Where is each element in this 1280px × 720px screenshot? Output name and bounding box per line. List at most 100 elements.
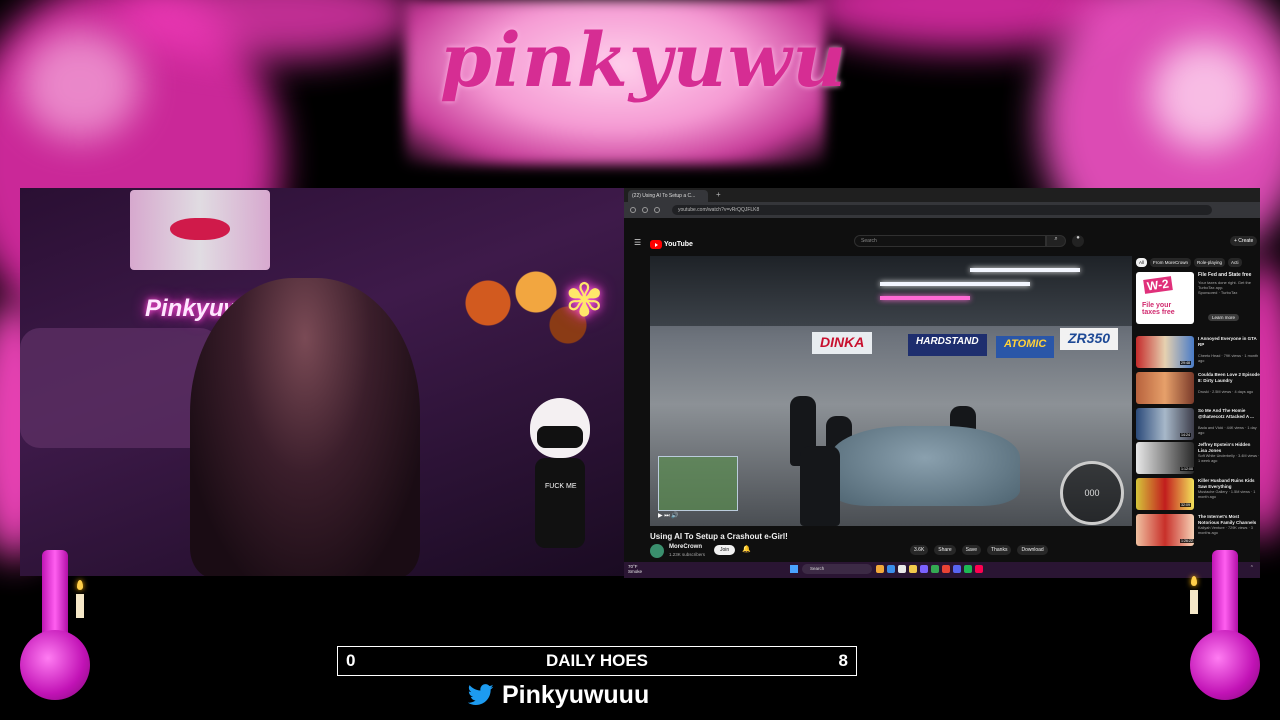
like-button[interactable]: 3.6K — [910, 545, 929, 555]
app-icon[interactable] — [964, 565, 972, 573]
rec-duration: 1:26:22 — [1180, 539, 1194, 543]
recommendation-item[interactable]: 1:26:22 The Internet's Most Notorious Fa… — [1136, 514, 1260, 548]
back-icon[interactable] — [630, 207, 636, 213]
twitter-bird-icon — [468, 684, 494, 705]
learn-more-button[interactable]: Learn more — [1208, 314, 1240, 321]
download-button[interactable]: Download — [1017, 545, 1048, 555]
ceiling-light — [880, 282, 1030, 286]
recommendation-item[interactable]: Coulda Been Love 2 Episode 8: Dirty Laun… — [1136, 372, 1260, 406]
app-icon[interactable] — [942, 565, 950, 573]
app-icon[interactable] — [898, 565, 906, 573]
youtube-search-input[interactable]: Search — [854, 235, 1046, 247]
video-controls[interactable]: ▶ ⏭ 🔊 — [658, 512, 679, 520]
rec-duration: 1:12:00 — [1180, 467, 1194, 471]
screen-share: (22) Using AI To Setup a C... + youtube.… — [624, 188, 1260, 578]
hamburger-menu-icon[interactable]: ☰ — [634, 238, 641, 247]
create-button[interactable]: + Create — [1230, 236, 1258, 246]
start-icon[interactable] — [790, 565, 798, 573]
search-icon[interactable]: ⌕ — [1046, 235, 1066, 247]
goal-target: 8 — [838, 651, 848, 670]
rec-duration: 29:48 — [1180, 361, 1191, 365]
rec-thumbnail[interactable] — [1136, 372, 1194, 404]
taskbar-apps — [876, 565, 983, 573]
video-title: Using AI To Setup a Crashout e-Girl! — [650, 532, 788, 541]
share-button[interactable]: Share — [934, 545, 956, 555]
app-icon[interactable] — [953, 565, 961, 573]
save-button[interactable]: Save — [961, 545, 982, 555]
right-bong — [1190, 550, 1260, 710]
rec-title[interactable]: So Me And The Homie @thatvecotz Attacked… — [1198, 408, 1260, 419]
browser-tab[interactable]: (22) Using AI To Setup a C... — [628, 190, 708, 202]
taskbar-search[interactable]: Search — [802, 564, 872, 574]
weather-widget[interactable]: 70°F Smoke — [628, 564, 642, 574]
microphone-icon[interactable]: ● — [1072, 235, 1084, 247]
channel-avatar[interactable] — [650, 544, 664, 558]
poster-lips — [170, 218, 230, 240]
thanks-button[interactable]: Thanks — [987, 545, 1012, 555]
address-bar[interactable]: youtube.com/watch?v=vRrQQJFLK8 — [672, 205, 1212, 215]
streamer — [190, 278, 420, 576]
ad-title[interactable]: File Fed and State free — [1198, 272, 1251, 278]
rec-meta: Cheeto Head · 79K views · 1 month ago — [1198, 354, 1259, 363]
rec-title[interactable]: Jeffrey Epstein's Hidden Lisa Jones — [1198, 442, 1260, 453]
ad-thumbnail[interactable]: W-2 File your taxes free — [1136, 272, 1194, 324]
sponsored-ad[interactable]: W-2 File your taxes free File Fed and St… — [1136, 272, 1260, 332]
rec-meta: Soft White Underbelly · 3.4M views · 1 w… — [1198, 454, 1260, 463]
chip-role-playing[interactable]: Role-playing — [1194, 258, 1226, 267]
video-player[interactable]: DINKA HARDSTAND ATOMIC ZR350 000 ▶ ⏭ 🔊 — [650, 256, 1132, 526]
recommendation-item[interactable]: 29:48 I Annoyed Everyone in GTA RP Cheet… — [1136, 336, 1260, 370]
smoke-top-right — [800, 0, 1130, 50]
app-icon[interactable] — [909, 565, 917, 573]
app-icon[interactable] — [931, 565, 939, 573]
youtube-play-icon — [650, 240, 662, 250]
ad-copy-line1: File your — [1142, 302, 1172, 309]
rec-meta: Mustache Gallery · 1.5M views · 1 month … — [1198, 490, 1256, 499]
app-icon[interactable] — [920, 565, 928, 573]
chip-action[interactable]: Acti — [1228, 258, 1242, 267]
ad-badge: W-2 — [1143, 276, 1173, 294]
app-icon[interactable] — [876, 565, 884, 573]
smoke-top-left — [120, 0, 420, 60]
garage-ceiling — [650, 256, 1132, 326]
windows-taskbar: 70°F Smoke Search ⌃ — [624, 562, 1260, 578]
recommendation-item[interactable]: 14:24 So Me And The Homie @thatvecotz At… — [1136, 408, 1260, 442]
bell-icon[interactable]: 🔔 — [742, 545, 751, 553]
rec-title[interactable]: I Annoyed Everyone in GTA RP — [1198, 336, 1260, 347]
new-tab-icon[interactable]: + — [716, 190, 721, 199]
recommendation-item[interactable]: 32:09 Killer Husband Ruins Kids Saw Ever… — [1136, 478, 1260, 512]
ad-copy: File your taxes free — [1142, 302, 1175, 316]
banner-dinka: DINKA — [812, 332, 873, 354]
weather-desc: Smoke — [628, 569, 643, 574]
webcam-feed: Pinkyuwu ✾ FUCK ME — [20, 188, 624, 576]
forward-icon[interactable] — [642, 207, 648, 213]
rec-title[interactable]: Killer Husband Ruins Kids Saw Everything — [1198, 478, 1260, 489]
left-bong — [20, 550, 90, 710]
recommendation-item[interactable]: 1:12:00 Jeffrey Epstein's Hidden Lisa Jo… — [1136, 442, 1260, 476]
bong-base — [1190, 630, 1260, 700]
right-candle-flame — [1191, 576, 1197, 586]
rec-duration: 32:09 — [1180, 503, 1191, 507]
social-handle: Pinkyuwuuu — [502, 680, 650, 709]
reload-icon[interactable] — [654, 207, 660, 213]
video-actions: 3.6K Share Save Thanks Download — [910, 545, 1048, 555]
rec-title[interactable]: Coulda Been Love 2 Episode 8: Dirty Laun… — [1198, 372, 1260, 383]
bong-base — [20, 630, 90, 700]
right-candle — [1190, 590, 1198, 614]
app-icon[interactable] — [887, 565, 895, 573]
daily-goal-bar: 0 DAILY HOES 8 — [337, 646, 857, 676]
minimap — [658, 456, 738, 511]
rec-title[interactable]: The Internet's Most Notorious Family Cha… — [1198, 514, 1260, 525]
blue-car — [830, 426, 1020, 506]
goal-label: DAILY HOES — [545, 651, 649, 670]
smoke-cloud-white-left — [20, 30, 140, 140]
app-icon[interactable] — [975, 565, 983, 573]
youtube-logo[interactable]: YouTube — [650, 236, 693, 250]
chip-from-channel[interactable]: From MoreCrown — [1150, 258, 1192, 267]
rec-meta: Kaliyah Venture · 729K views · 3 months … — [1198, 526, 1253, 535]
channel-name[interactable]: MoreCrown — [669, 544, 702, 550]
join-button[interactable]: Join — [714, 545, 736, 555]
avatar-mask — [537, 426, 583, 448]
ceiling-light-pink — [880, 296, 970, 300]
chip-all[interactable]: All — [1136, 258, 1148, 267]
ad-desc-text: Your taxes done right. Get the TurboTax … — [1198, 280, 1251, 290]
